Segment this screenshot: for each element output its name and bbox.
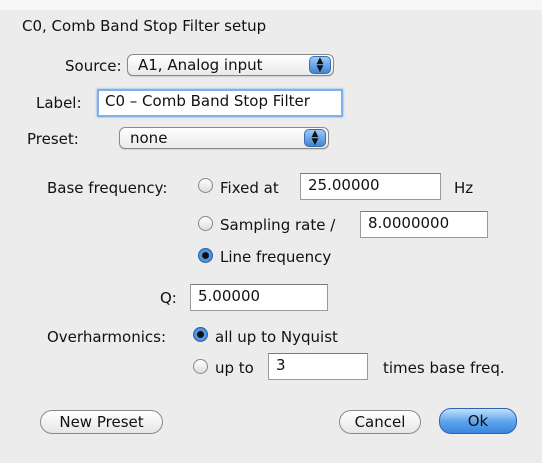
fixed-at-input[interactable]: 25.00000: [300, 173, 441, 200]
preset-label: Preset:: [27, 130, 79, 148]
label-input[interactable]: C0 – Comb Band Stop Filter: [97, 89, 343, 117]
all-up-to-nyquist-label: all up to Nyquist: [215, 328, 338, 346]
sampling-rate-label: Sampling rate /: [220, 216, 336, 234]
label-label: Label:: [36, 94, 82, 112]
fixed-at-unit: Hz: [454, 179, 474, 197]
dialog-title: C0, Comb Band Stop Filter setup: [22, 17, 267, 35]
radio-up-to[interactable]: [193, 359, 208, 374]
popup-stepper-icon: ▲ ▼: [309, 56, 331, 74]
overharmonics-label: Overharmonics:: [47, 328, 166, 346]
up-to-input[interactable]: 3: [268, 353, 368, 380]
ok-button[interactable]: Ok: [439, 408, 517, 434]
fixed-at-label: Fixed at: [220, 179, 279, 197]
base-frequency-label: Base frequency:: [47, 179, 168, 197]
source-label: Source:: [65, 57, 122, 75]
radio-fixed-at[interactable]: [198, 178, 213, 193]
preset-value: none: [130, 129, 168, 147]
radio-all-up-to-nyquist[interactable]: [193, 327, 208, 342]
source-value: A1, Analog input: [138, 56, 263, 74]
source-popup[interactable]: A1, Analog input ▲ ▼: [127, 54, 334, 76]
window-top-strip: [0, 0, 542, 10]
radio-line-frequency[interactable]: [198, 248, 213, 263]
up-to-label: up to: [215, 359, 254, 377]
radio-sampling-rate[interactable]: [198, 216, 213, 231]
sampling-rate-input[interactable]: 8.0000000: [360, 211, 488, 238]
popup-stepper-icon: ▲ ▼: [304, 129, 326, 147]
q-label: Q:: [160, 289, 177, 307]
line-frequency-label: Line frequency: [220, 248, 332, 266]
cancel-button[interactable]: Cancel: [339, 410, 421, 434]
up-to-suffix: times base freq.: [383, 359, 505, 377]
q-input[interactable]: 5.00000: [190, 284, 328, 311]
new-preset-button[interactable]: New Preset: [40, 410, 163, 434]
preset-popup[interactable]: none ▲ ▼: [119, 127, 329, 149]
